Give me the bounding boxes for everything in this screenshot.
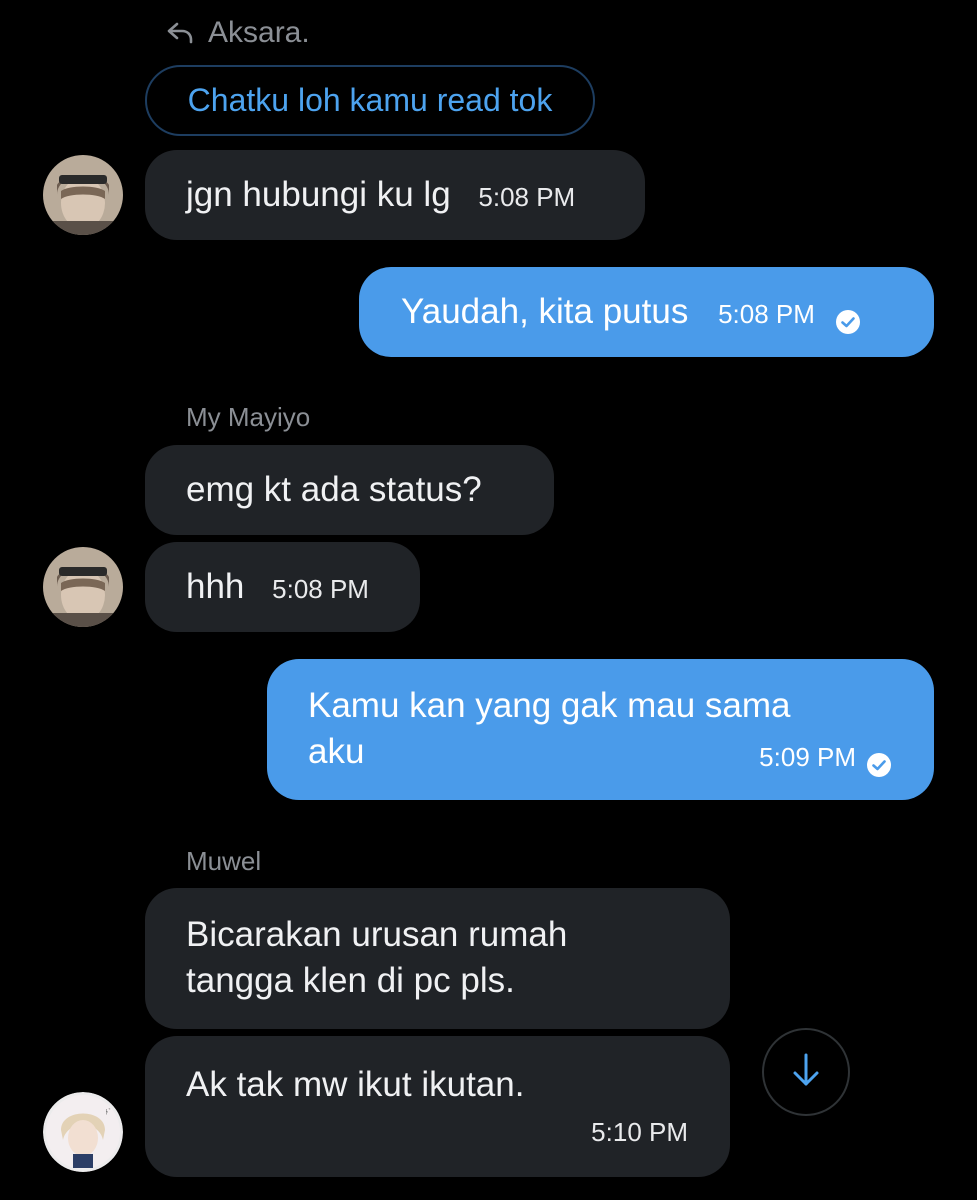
message-text: Bicarakan urusan rumah tangga klen di pc… <box>186 915 568 1000</box>
arrow-down-icon <box>789 1052 823 1093</box>
message-time: 5:09 PM <box>759 742 856 772</box>
message-time: 5:08 PM <box>478 182 576 212</box>
dm-conversation: Aksara. Chatku loh kamu read tok jgn hub… <box>0 0 977 1200</box>
scroll-to-bottom-button[interactable] <box>762 1028 850 1116</box>
message-text: emg kt ada status? <box>186 470 482 509</box>
message-bubble-incoming[interactable]: emg kt ada status? <box>145 445 554 535</box>
message-meta: 5:09 PM <box>759 734 892 780</box>
message-text: Ak tak mw ikut ikutan. <box>186 1065 525 1104</box>
message-bubble-incoming[interactable]: Ak tak mw ikut ikutan. 5:10 PM <box>145 1036 730 1177</box>
avatar[interactable] <box>43 155 123 235</box>
check-icon <box>866 744 892 777</box>
message-time: 5:08 PM <box>272 574 369 604</box>
message-text: jgn hubungi ku lg <box>186 175 451 214</box>
message-text: Yaudah, kita putus <box>401 292 689 331</box>
svg-text:ﾄﾞ: ﾄﾞ <box>105 1108 112 1116</box>
message-bubble-incoming[interactable]: hhh 5:08 PM <box>145 542 420 632</box>
message-bubble-incoming[interactable]: Bicarakan urusan rumah tangga klen di pc… <box>145 888 730 1029</box>
message-time: 5:10 PM <box>591 1117 688 1147</box>
message-bubble-incoming[interactable]: jgn hubungi ku lg 5:08 PM <box>145 150 645 240</box>
quoted-message[interactable]: Chatku loh kamu read tok <box>145 65 595 136</box>
sender-name: Muwel <box>186 846 262 876</box>
reply-to-name: Aksara. <box>208 16 310 49</box>
message-time: 5:08 PM <box>718 299 815 329</box>
reply-reference: Aksara. <box>166 16 310 50</box>
avatar[interactable] <box>43 547 123 627</box>
message-text: hhh <box>186 567 245 606</box>
message-bubble-outgoing[interactable]: Kamu kan yang gak mau sama aku 5:09 PM <box>267 659 934 800</box>
quoted-message-text: Chatku loh kamu read tok <box>187 82 553 118</box>
sender-name: My Mayiyo <box>186 402 311 432</box>
avatar[interactable]: ﾄﾞ <box>43 1092 123 1172</box>
message-bubble-outgoing[interactable]: Yaudah, kita putus 5:08 PM <box>359 267 934 357</box>
check-icon <box>835 301 861 334</box>
reply-arrow-icon <box>166 21 194 45</box>
